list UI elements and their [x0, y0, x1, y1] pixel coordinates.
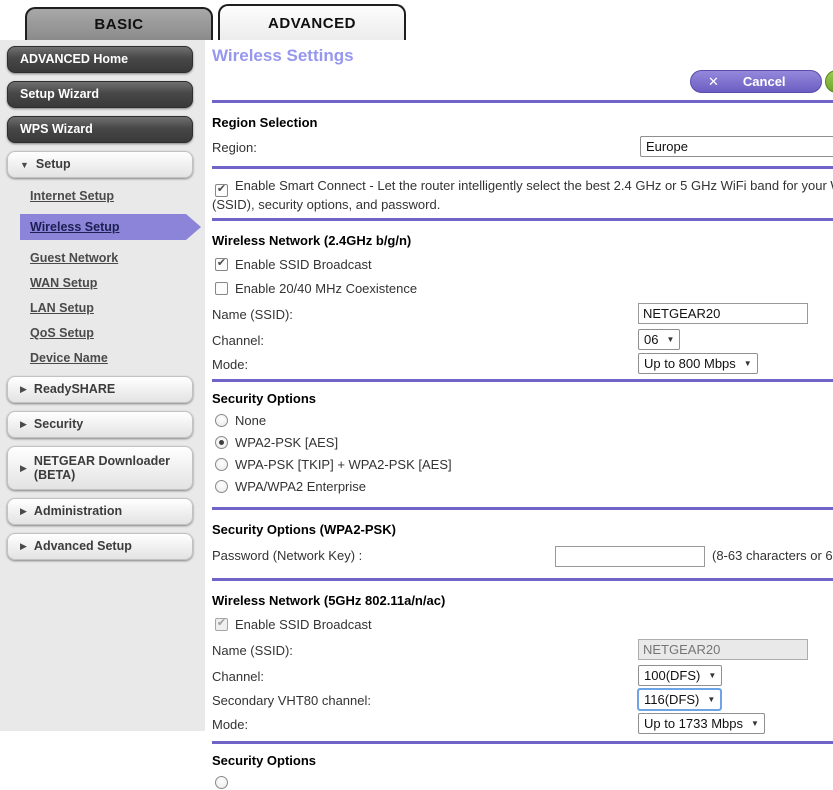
- dropdown-arrow-icon: ▼: [666, 335, 674, 344]
- password-input[interactable]: [555, 546, 705, 567]
- name-ssid-24-label: Name (SSID):: [212, 307, 293, 322]
- check-icon: ✔: [217, 184, 226, 195]
- sidebar-section-readyshare[interactable]: ▶ ReadySHARE: [7, 376, 193, 403]
- smart-connect-block: ✔Enable Smart Connect - Let the router i…: [212, 178, 833, 213]
- sidebar: ADVANCED Home Setup Wizard WPS Wizard ▼ …: [0, 40, 205, 731]
- region-select[interactable]: Europe ▼: [640, 136, 833, 157]
- sidebar-item-device-name[interactable]: Device Name: [30, 351, 205, 365]
- tab-bar: BASIC ADVANCED: [0, 0, 833, 40]
- sidebar-section-setup[interactable]: ▼ Setup: [7, 151, 193, 178]
- password-label: Password (Network Key) :: [212, 548, 362, 563]
- mode-24-select[interactable]: Up to 800 Mbps ▼: [638, 353, 758, 374]
- sidebar-item-internet-setup[interactable]: Internet Setup: [30, 189, 205, 203]
- divider: [212, 100, 833, 103]
- password-hint: (8-63 characters or 64 hex digits): [712, 548, 833, 563]
- chevron-right-icon: ▶: [20, 506, 27, 517]
- security-options-24-heading: Security Options: [212, 391, 833, 406]
- ssid-24-input[interactable]: NETGEAR20: [638, 303, 808, 324]
- security-wpapsk-wpa2psk-radio[interactable]: [215, 458, 228, 471]
- security-options-5-heading: Security Options: [212, 753, 833, 768]
- region-label: Region:: [212, 140, 257, 155]
- security-none-label: None: [235, 413, 266, 428]
- mode-24-label: Mode:: [212, 357, 248, 372]
- security-enterprise-label: WPA/WPA2 Enterprise: [235, 479, 366, 494]
- divider: [212, 507, 833, 510]
- chevron-right-icon: ▶: [20, 384, 27, 395]
- security-wpa2psk-radio[interactable]: [215, 436, 228, 449]
- channel-24-label: Channel:: [212, 333, 264, 348]
- ssid-broadcast-5-checkbox: ✔: [215, 618, 228, 631]
- security-wpapsk-wpa2psk-label: WPA-PSK [TKIP] + WPA2-PSK [AES]: [235, 457, 452, 472]
- sidebar-section-administration[interactable]: ▶ Administration: [7, 498, 193, 525]
- sidebar-item-qos-setup[interactable]: QoS Setup: [30, 326, 205, 340]
- name-ssid-5-label: Name (SSID):: [212, 643, 293, 658]
- divider: [212, 166, 833, 169]
- dropdown-arrow-icon: ▼: [707, 695, 715, 704]
- sidebar-item-wan-setup[interactable]: WAN Setup: [30, 276, 205, 290]
- cancel-button[interactable]: ✕ Cancel: [690, 70, 822, 93]
- dropdown-arrow-icon: ▼: [751, 719, 759, 728]
- coexistence-label: Enable 20/40 MHz Coexistence: [235, 281, 417, 296]
- ssid-broadcast-5-label: Enable SSID Broadcast: [235, 617, 372, 632]
- secondary-vht80-label: Secondary VHT80 channel:: [212, 693, 371, 708]
- tab-advanced[interactable]: ADVANCED: [218, 4, 406, 40]
- apply-button[interactable]: [825, 70, 833, 93]
- sidebar-section-security[interactable]: ▶ Security: [7, 411, 193, 438]
- sidebar-section-netgear-downloader[interactable]: ▶ NETGEAR Downloader (BETA): [7, 446, 193, 490]
- dropdown-arrow-icon: ▼: [708, 671, 716, 680]
- check-icon: ✔: [217, 618, 226, 629]
- chevron-right-icon: ▶: [20, 541, 27, 552]
- wireless-24-heading: Wireless Network (2.4GHz b/g/n): [212, 233, 833, 248]
- ssid-broadcast-24-checkbox[interactable]: ✔: [215, 258, 228, 271]
- coexistence-checkbox[interactable]: ✔: [215, 282, 228, 295]
- security-none-radio[interactable]: [215, 414, 228, 427]
- divider: [212, 741, 833, 744]
- page-title: Wireless Settings: [212, 46, 833, 66]
- sidebar-item-wps-wizard[interactable]: WPS Wizard: [7, 116, 193, 143]
- main-content: Wireless Settings ✕ Cancel Region Select…: [205, 40, 833, 731]
- close-icon: ✕: [708, 74, 719, 90]
- divider: [212, 218, 833, 221]
- sidebar-section-advanced-setup[interactable]: ▶ Advanced Setup: [7, 533, 193, 560]
- chevron-right-icon: ▶: [20, 419, 27, 430]
- security-enterprise-radio[interactable]: [215, 480, 228, 493]
- tab-basic[interactable]: BASIC: [25, 7, 213, 40]
- sidebar-item-lan-setup[interactable]: LAN Setup: [30, 301, 205, 315]
- region-selection-heading: Region Selection: [212, 115, 833, 130]
- sidebar-item-setup-wizard[interactable]: Setup Wizard: [7, 81, 193, 108]
- chevron-right-icon: ▶: [20, 463, 27, 474]
- wpa2-psk-heading: Security Options (WPA2-PSK): [212, 522, 833, 537]
- secondary-vht80-select[interactable]: 116(DFS) ▼: [638, 689, 721, 710]
- dropdown-arrow-icon: ▼: [744, 359, 752, 368]
- ssid-broadcast-24-label: Enable SSID Broadcast: [235, 257, 372, 272]
- wireless-5-heading: Wireless Network (5GHz 802.11a/n/ac): [212, 593, 833, 608]
- sidebar-item-advanced-home[interactable]: ADVANCED Home: [7, 46, 193, 73]
- check-icon: ✔: [217, 258, 226, 269]
- divider: [212, 379, 833, 382]
- smart-connect-checkbox[interactable]: ✔: [215, 184, 228, 197]
- channel-24-select[interactable]: 06 ▼: [638, 329, 680, 350]
- setup-sub-list: Internet Setup Wireless Setup Guest Netw…: [0, 189, 205, 365]
- security-wpa2psk-label: WPA2-PSK [AES]: [235, 435, 338, 450]
- channel-5-label: Channel:: [212, 669, 264, 684]
- divider: [212, 578, 833, 581]
- security-5-radio[interactable]: [215, 776, 228, 789]
- ssid-5-input: NETGEAR20: [638, 639, 808, 660]
- mode-5-label: Mode:: [212, 717, 248, 732]
- sidebar-item-guest-network[interactable]: Guest Network: [30, 251, 205, 265]
- channel-5-select[interactable]: 100(DFS) ▼: [638, 665, 722, 686]
- sidebar-item-wireless-setup-selected[interactable]: Wireless Setup: [20, 214, 186, 240]
- chevron-down-icon: ▼: [20, 160, 29, 170]
